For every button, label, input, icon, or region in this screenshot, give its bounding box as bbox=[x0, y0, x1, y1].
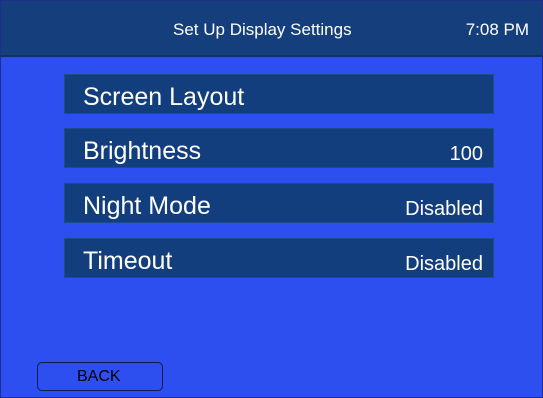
brightness-value: 100 bbox=[449, 143, 483, 165]
menu-item-label: Timeout bbox=[83, 247, 173, 275]
night-mode-value: Disabled bbox=[405, 198, 483, 220]
header-bar: Set Up Display Settings 7:08 PM bbox=[1, 1, 542, 57]
menu-item-label: Brightness bbox=[83, 137, 202, 165]
menu-item-label: Screen Layout bbox=[83, 83, 245, 111]
menu-item-night-mode[interactable]: Night Mode Disabled bbox=[64, 183, 494, 223]
clock: 7:08 PM bbox=[465, 20, 529, 39]
page-title: Set Up Display Settings bbox=[173, 20, 352, 39]
display-settings-screen: Set Up Display Settings 7:08 PM Screen L… bbox=[0, 0, 543, 398]
back-button[interactable]: BACK bbox=[37, 362, 163, 391]
menu-item-timeout[interactable]: Timeout Disabled bbox=[64, 238, 494, 278]
menu-item-screen-layout[interactable]: Screen Layout bbox=[64, 74, 494, 114]
menu-item-brightness[interactable]: Brightness 100 bbox=[64, 128, 494, 168]
back-button-label: BACK bbox=[77, 368, 121, 385]
timeout-value: Disabled bbox=[405, 253, 483, 275]
menu-item-label: Night Mode bbox=[83, 192, 211, 220]
